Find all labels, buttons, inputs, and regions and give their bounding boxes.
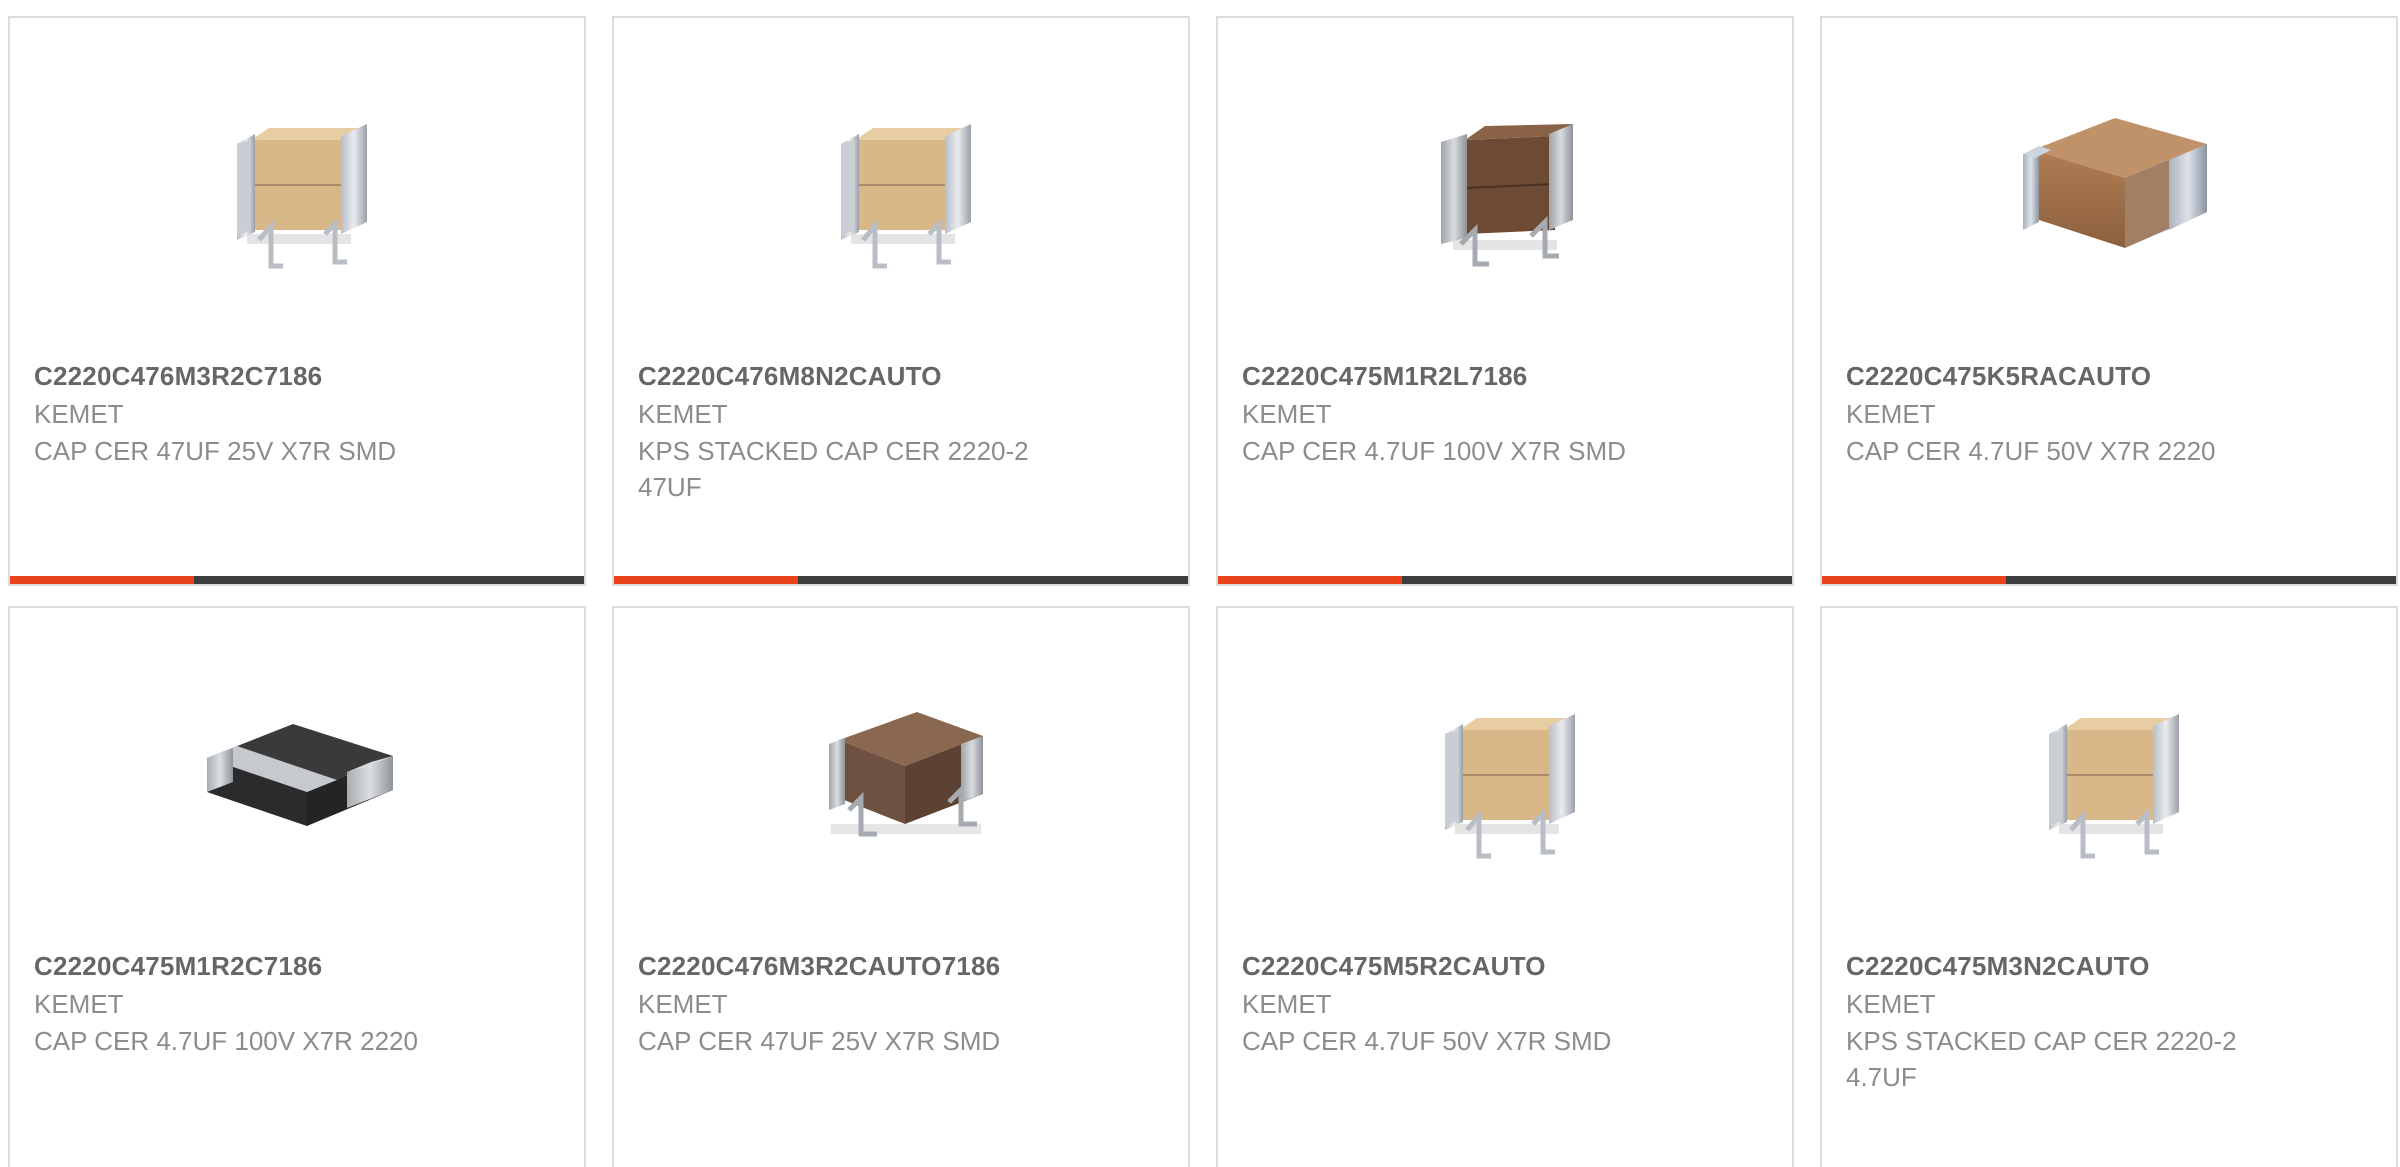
manufacturer: KEMET (1242, 399, 1332, 429)
stacked-tan-capacitor-icon (1445, 714, 1575, 859)
mlcc-brown-chip-icon (2023, 118, 2207, 248)
stacked-tan-capacitor-icon[interactable] (2009, 674, 2209, 874)
mlcc-black-chip-icon (207, 724, 393, 826)
stacked-brown-capacitor-icon[interactable] (1405, 84, 1605, 284)
product-description: KPS STACKED CAP CER 2220-2 4.7UF (1846, 1026, 2237, 1092)
manufacturer: KEMET (34, 989, 124, 1019)
product-description: CAP CER 4.7UF 50V X7R 2220 (1846, 436, 2216, 466)
manufacturer: KEMET (1846, 399, 1936, 429)
part-number[interactable]: C2220C475M3N2CAUTO (1846, 947, 2286, 985)
product-card[interactable]: C2220C475K5RACAUTO KEMET CAP CER 4.7UF 5… (1820, 16, 2398, 586)
product-card[interactable]: C2220C476M3R2CAUTO7186 KEMET CAP CER 47U… (612, 606, 1190, 1167)
product-card[interactable]: C2220C475M5R2CAUTO KEMET CAP CER 4.7UF 5… (1216, 606, 1794, 1167)
part-number[interactable]: C2220C475M5R2CAUTO (1242, 947, 1682, 985)
progress-bar-fill (10, 576, 194, 584)
stacked-tan-capacitor-icon (2049, 714, 2179, 859)
manufacturer: KEMET (1846, 989, 1936, 1019)
progress-bar (10, 576, 584, 584)
manufacturer: KEMET (638, 989, 728, 1019)
stacked-brown-capacitor-icon[interactable] (801, 674, 1001, 874)
stacked-tan-capacitor-icon[interactable] (1405, 674, 1605, 874)
manufacturer: KEMET (638, 399, 728, 429)
mlcc-brown-chip-icon[interactable] (2009, 84, 2209, 284)
product-description: CAP CER 4.7UF 100V X7R 2220 (34, 1026, 418, 1056)
progress-bar-fill (1822, 576, 2006, 584)
product-description: KPS STACKED CAP CER 2220-2 47UF (638, 436, 1029, 502)
progress-bar (1822, 576, 2396, 584)
progress-bar (614, 576, 1188, 584)
part-number[interactable]: C2220C475M1R2L7186 (1242, 357, 1682, 395)
stacked-brown-capacitor-icon (829, 712, 983, 837)
part-number[interactable]: C2220C475M1R2C7186 (34, 947, 474, 985)
progress-bar-fill (614, 576, 798, 584)
part-number[interactable]: C2220C476M8N2CAUTO (638, 357, 1078, 395)
product-card[interactable]: C2220C475M1R2L7186 KEMET CAP CER 4.7UF 1… (1216, 16, 1794, 586)
product-grid: C2220C476M3R2C7186 KEMET CAP CER 47UF 25… (8, 16, 2400, 1167)
product-card[interactable]: C2220C475M1R2C7186 KEMET CAP CER 4.7UF 1… (8, 606, 586, 1167)
stacked-tan-capacitor-icon[interactable] (197, 84, 397, 284)
mlcc-black-chip-icon[interactable] (197, 674, 397, 874)
product-description: CAP CER 47UF 25V X7R SMD (638, 1026, 1001, 1056)
part-number[interactable]: C2220C476M3R2C7186 (34, 357, 474, 395)
stacked-tan-capacitor-icon (237, 124, 367, 269)
stacked-tan-capacitor-icon[interactable] (801, 84, 1001, 284)
part-number[interactable]: C2220C475K5RACAUTO (1846, 357, 2286, 395)
product-card[interactable]: C2220C476M8N2CAUTO KEMET KPS STACKED CAP… (612, 16, 1190, 586)
product-description: CAP CER 47UF 25V X7R SMD (34, 436, 397, 466)
manufacturer: KEMET (1242, 989, 1332, 1019)
part-number[interactable]: C2220C476M3R2CAUTO7186 (638, 947, 1078, 985)
product-card[interactable]: C2220C476M3R2C7186 KEMET CAP CER 47UF 25… (8, 16, 586, 586)
stacked-tan-capacitor-icon (841, 124, 971, 269)
manufacturer: KEMET (34, 399, 124, 429)
product-card[interactable]: C2220C475M3N2CAUTO KEMET KPS STACKED CAP… (1820, 606, 2398, 1167)
product-description: CAP CER 4.7UF 100V X7R SMD (1242, 436, 1626, 466)
progress-bar-fill (1218, 576, 1402, 584)
progress-bar (1218, 576, 1792, 584)
product-description: CAP CER 4.7UF 50V X7R SMD (1242, 1026, 1612, 1056)
stacked-brown-capacitor-icon (1441, 124, 1573, 267)
